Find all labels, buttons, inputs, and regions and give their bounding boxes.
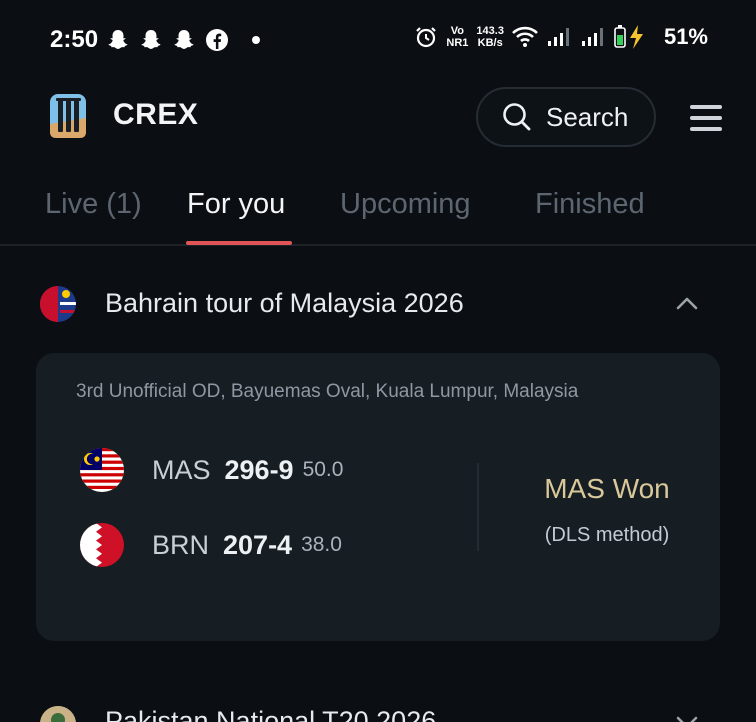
app-header: CREX Search — [0, 80, 756, 152]
tab-upcoming[interactable]: Upcoming — [340, 188, 471, 221]
snapchat-icon — [108, 30, 128, 49]
series-flag-icon — [40, 286, 76, 322]
team-score: 207-4 — [223, 529, 293, 560]
tab-bar: Live (1) For you Upcoming Finished — [0, 170, 756, 246]
notification-icons — [106, 28, 260, 52]
wifi-icon — [512, 26, 538, 47]
tab-finished[interactable]: Finished — [535, 188, 645, 221]
card-divider — [477, 463, 479, 551]
search-icon — [503, 103, 531, 131]
facebook-icon — [206, 29, 228, 51]
chevron-up-icon[interactable] — [676, 296, 698, 310]
series-flag-icon — [40, 706, 76, 722]
team-name: BRN — [152, 529, 210, 560]
snapchat-icon — [141, 30, 161, 49]
chevron-down-icon[interactable] — [676, 716, 698, 722]
team-overs: 38.0 — [301, 533, 342, 556]
signal-icon-sim2 — [581, 28, 603, 46]
series-title: Bahrain tour of Malaysia 2026 — [105, 288, 464, 318]
volte-indicator: Vo NR1 — [446, 25, 469, 49]
system-indicators: Vo NR1 143.3 KB/s 51% — [414, 24, 708, 50]
more-notifications-dot — [252, 36, 260, 44]
network-speed: 143.3 KB/s — [476, 25, 504, 49]
team-row: MAS 296-9 50.0 — [80, 447, 343, 493]
battery-percent: 51% — [663, 24, 708, 49]
snapchat-icon — [174, 30, 194, 49]
match-card[interactable]: 3rd Unofficial OD, Bayuemas Oval, Kuala … — [36, 353, 720, 641]
team-overs: 50.0 — [302, 458, 344, 481]
series-header[interactable]: Bahrain tour of Malaysia 2026 — [0, 270, 756, 340]
active-tab-indicator — [186, 241, 292, 245]
malaysia-flag-icon — [80, 448, 124, 492]
bahrain-flag-icon — [80, 523, 124, 567]
team-score: 296-9 — [224, 454, 294, 485]
hamburger-menu-icon[interactable] — [690, 105, 722, 131]
alarm-icon — [416, 27, 437, 48]
match-venue: 3rd Unofficial OD, Bayuemas Oval, Kuala … — [76, 381, 579, 402]
crex-logo-icon — [50, 94, 86, 138]
battery-charging-icon — [614, 25, 643, 49]
brand-name: CREX — [113, 98, 199, 131]
status-bar: 2:50 Vo NR1 143.3 KB/s 51% — [0, 0, 756, 80]
signal-icon-sim1 — [547, 28, 569, 46]
tab-live[interactable]: Live (1) — [45, 188, 142, 221]
series-header[interactable]: Pakistan National T20 2026 — [0, 700, 756, 722]
team-row: BRN 207-4 38.0 — [80, 522, 342, 568]
match-result: MAS Won — [544, 473, 670, 504]
team-name: MAS — [152, 454, 211, 485]
search-label: Search — [546, 101, 629, 132]
match-result-note: (DLS method) — [544, 524, 670, 546]
tab-for-you[interactable]: For you — [187, 188, 285, 221]
series-title: Pakistan National T20 2026 — [105, 706, 437, 722]
status-time: 2:50 — [50, 26, 99, 53]
search-button[interactable]: Search — [476, 87, 656, 147]
